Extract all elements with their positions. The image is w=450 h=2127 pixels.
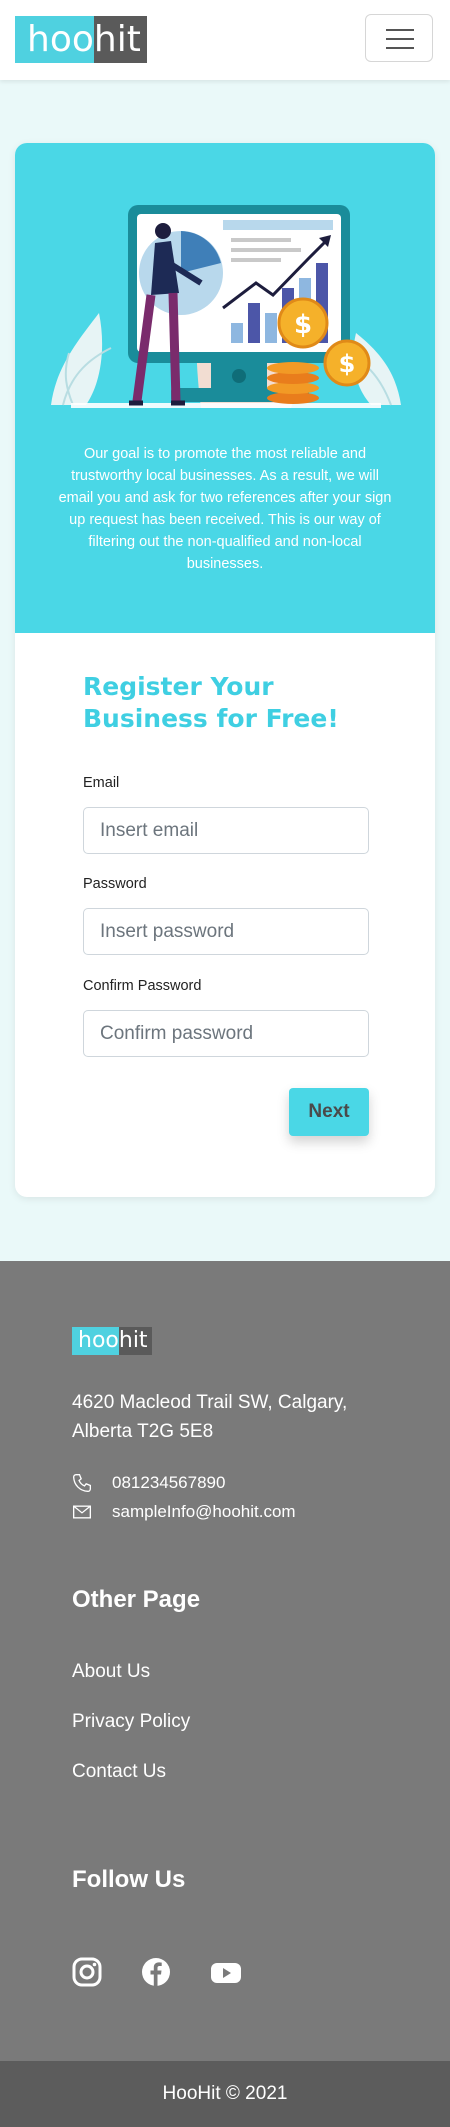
link-about-us[interactable]: About Us: [72, 1661, 150, 1683]
phone-row: 081234567890: [72, 1472, 225, 1494]
link-privacy-policy[interactable]: Privacy Policy: [72, 1711, 190, 1733]
svg-text:$: $: [339, 350, 356, 378]
navbar: hoo hit: [0, 0, 450, 80]
brand-logo[interactable]: hoo hit: [15, 16, 147, 63]
menu-toggle-button[interactable]: [365, 14, 433, 62]
footer: hoo hit 4620 Macleod Trail SW, Calgary, A…: [0, 1261, 450, 2061]
confirm-password-field[interactable]: [83, 1010, 369, 1057]
instagram-icon[interactable]: [72, 1957, 102, 1987]
copyright-bar: HooHit © 2021: [0, 2061, 450, 2127]
next-button[interactable]: Next: [289, 1088, 369, 1136]
link-contact-us[interactable]: Contact Us: [72, 1761, 166, 1783]
youtube-icon[interactable]: [210, 1957, 242, 1987]
logo-part-hit: hit: [93, 16, 147, 63]
password-field[interactable]: [83, 908, 369, 955]
hero-panel: $ $ Our goal is to promote the most reli…: [15, 143, 435, 633]
footer-logo-part-hit: hit: [118, 1327, 152, 1355]
other-page-heading: Other Page: [72, 1586, 201, 1613]
register-card: $ $ Our goal is to promote the most reli…: [15, 143, 435, 1197]
phone-icon: [72, 1474, 91, 1493]
email-row: sampleInfo@hoohit.com: [72, 1501, 296, 1523]
hamburger-icon: [386, 29, 414, 31]
facebook-icon[interactable]: [141, 1957, 171, 1987]
confirm-password-label: Confirm Password: [83, 978, 202, 994]
footer-email[interactable]: sampleInfo@hoohit.com: [112, 1501, 296, 1523]
form-title: Register Your Business for Free!: [83, 672, 339, 733]
email-field[interactable]: [83, 807, 369, 854]
email-label: Email: [83, 775, 120, 791]
footer-logo-part-hoo: hoo: [72, 1327, 119, 1355]
business-growth-illustration: $ $: [51, 205, 401, 408]
follow-us-heading: Follow Us: [72, 1866, 186, 1893]
intro-text: Our goal is to promote the most reliable…: [58, 446, 392, 572]
logo-part-hoo: hoo: [15, 16, 94, 63]
footer-logo[interactable]: hoo hit: [72, 1327, 152, 1355]
copyright-text: HooHit © 2021: [162, 2083, 288, 2104]
svg-text:$: $: [294, 310, 312, 340]
password-label: Password: [83, 876, 147, 892]
footer-address: 4620 Macleod Trail SW, Calgary, Alberta …: [72, 1392, 348, 1442]
footer-phone[interactable]: 081234567890: [112, 1472, 225, 1494]
envelope-icon: [73, 1505, 91, 1519]
